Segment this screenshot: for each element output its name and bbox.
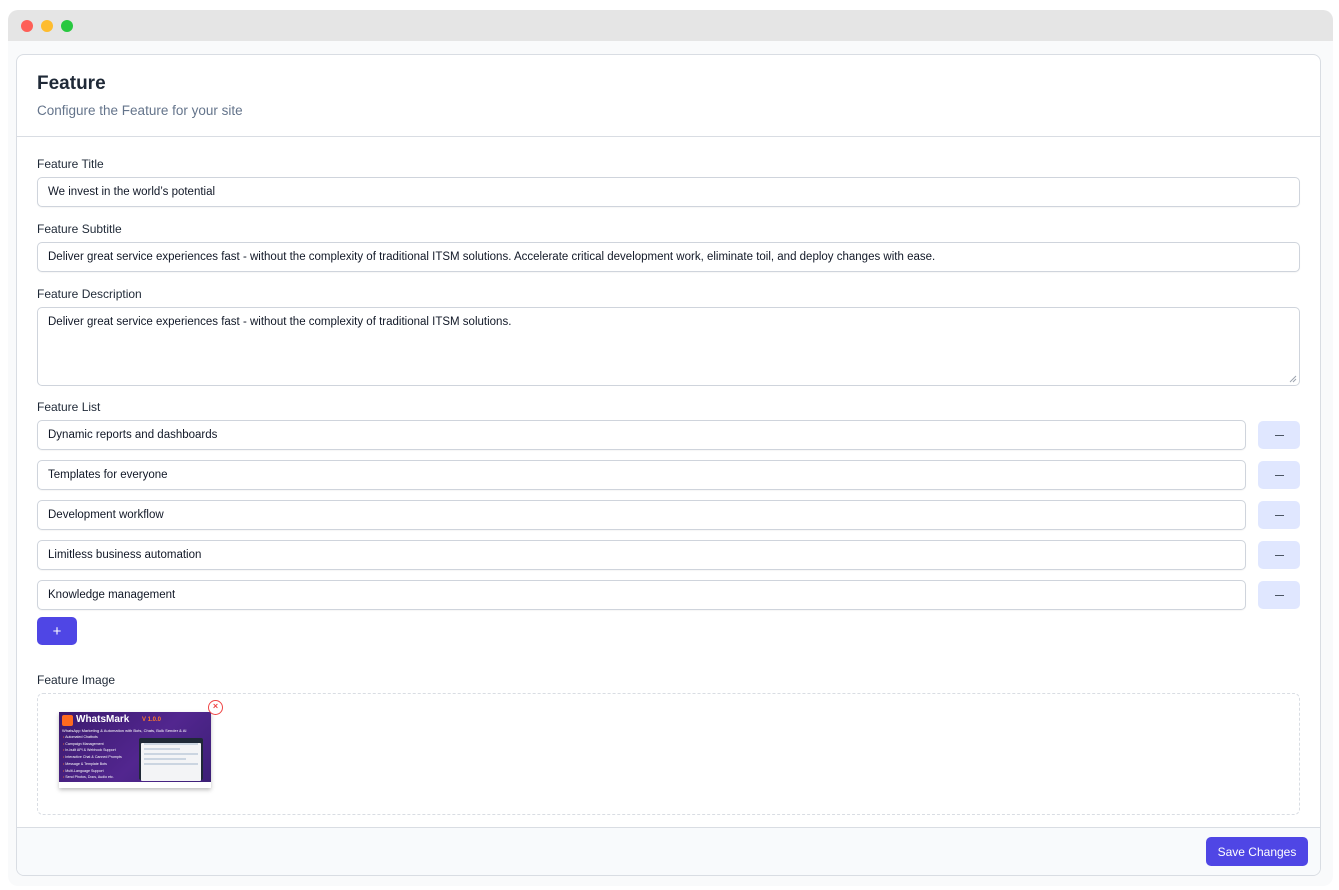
browser-window: Feature Configure the Feature for your s… [8,10,1333,886]
close-icon: × [212,701,219,711]
remove-feature-button[interactable] [1258,421,1300,449]
minus-icon [1274,554,1284,556]
feature-list-label: Feature List [37,400,101,414]
remove-feature-button[interactable] [1258,461,1300,489]
thumbnail-bullet: Message & Template Bots [63,761,122,768]
feature-list-input[interactable]: Dynamic reports and dashboards [37,420,1247,450]
window-titlebar [8,10,1333,41]
thumbnail-bullets: Automated Chatbots Campaign Management I… [63,734,122,781]
thumbnail-bullet: Automated Chatbots [63,734,122,741]
feature-settings-card: Feature Configure the Feature for your s… [16,54,1321,876]
whatsmark-logo-icon [62,715,73,726]
save-changes-button[interactable]: Save Changes [1206,837,1308,866]
feature-list-input[interactable]: Limitless business automation [37,540,1247,570]
close-window-icon[interactable] [21,19,33,32]
feature-list-item: Development workflow [37,500,1300,530]
thumbnail-bullet: Interactive Chat & Canned Prompts [63,754,122,761]
screen-line [144,748,180,750]
thumbnail-bullet: In-built API & Webhook Support [63,747,122,754]
page-title: Feature [37,73,106,94]
feature-list-item: Knowledge management [37,580,1300,610]
minimize-window-icon[interactable] [41,19,53,32]
screen-line [144,743,198,745]
remove-image-button[interactable]: × [208,700,223,715]
add-feature-button[interactable]: + [37,617,77,645]
feature-list-item: Limitless business automation [37,540,1300,570]
laptop-mockup [139,738,203,781]
remove-feature-button[interactable] [1258,541,1300,569]
minus-icon [1274,514,1284,516]
minus-icon [1274,594,1284,596]
feature-image-label: Feature Image [37,673,116,687]
minus-icon [1274,434,1284,436]
feature-description-field: Feature Description Deliver great servic… [37,287,1300,386]
thumbnail-version: V 1.0.0 [142,717,162,723]
feature-title-label: Feature Title [37,157,104,171]
feature-subtitle-label: Feature Subtitle [37,222,122,236]
thumbnail-bullet: Multi-Language Support [63,768,122,775]
thumbnail-bullet: Send Photos, Docs, Audio etc. [63,774,122,781]
resize-handle-icon[interactable] [1289,375,1297,383]
feature-subtitle-input[interactable]: Deliver great service experiences fast -… [37,242,1300,272]
feature-list-input[interactable]: Development workflow [37,500,1247,530]
remove-feature-button[interactable] [1258,501,1300,529]
feature-image-thumbnail: WhatsMark V 1.0.0 WhatsApp Marketing & A… [59,712,211,788]
remove-feature-button[interactable] [1258,581,1300,609]
thumbnail-bullet: Campaign Management [63,741,122,748]
feature-image-dropzone[interactable]: WhatsMark V 1.0.0 WhatsApp Marketing & A… [37,693,1300,815]
feature-list-input[interactable]: Templates for everyone [37,460,1247,490]
thumbnail-tagline: WhatsApp Marketing & Automation with Bot… [62,728,187,733]
feature-subtitle-field: Feature Subtitle Deliver great service e… [37,222,1300,272]
page-subtitle: Configure the Feature for your site [37,103,243,118]
card-footer: Save Changes [17,827,1320,875]
screen-line [144,753,198,755]
card-body: Feature Title We invest in the world’s p… [17,137,1320,815]
screen-line [144,758,186,760]
thumbnail-footer-strip [59,782,211,788]
minus-icon [1274,474,1284,476]
thumbnail-title: WhatsMark [76,714,130,725]
feature-title-input[interactable]: We invest in the world’s potential [37,177,1300,207]
maximize-window-icon[interactable] [61,19,73,32]
feature-list: Dynamic reports and dashboards Templates… [37,420,1300,610]
feature-list-item: Templates for everyone [37,460,1300,490]
feature-title-field: Feature Title We invest in the world’s p… [37,157,1300,207]
plus-icon: + [52,622,62,640]
feature-list-item: Dynamic reports and dashboards [37,420,1300,450]
feature-description-text: Deliver great service experiences fast -… [48,316,512,328]
laptop-screen [141,743,201,781]
screen-line [144,763,198,765]
feature-list-input[interactable]: Knowledge management [37,580,1247,610]
card-header: Feature Configure the Feature for your s… [17,55,1320,137]
feature-description-label: Feature Description [37,287,142,301]
feature-description-textarea[interactable]: Deliver great service experiences fast -… [37,307,1300,386]
